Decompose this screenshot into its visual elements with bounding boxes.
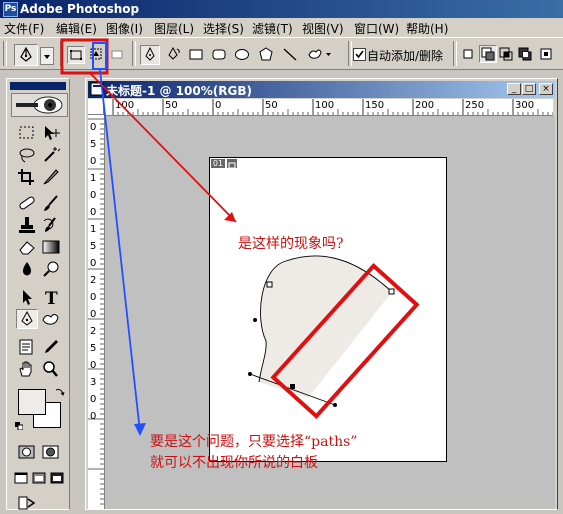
red-arrow-line [89,72,237,223]
blue-highlight-box [92,42,107,70]
blue-arrowhead [134,423,146,436]
question-annotation: 是这样的现象吗? [238,236,344,252]
foreground-color-swatch-front[interactable] [18,389,46,415]
red-rectangle-annotation [270,263,420,419]
blue-arrow-line [99,69,141,433]
answer-annotation-line1: 要是这个问题，只要选择“paths” [150,434,358,450]
red-arrowhead [224,212,236,222]
answer-annotation-line2: 就可以不出现你所说的白板 [150,455,318,471]
